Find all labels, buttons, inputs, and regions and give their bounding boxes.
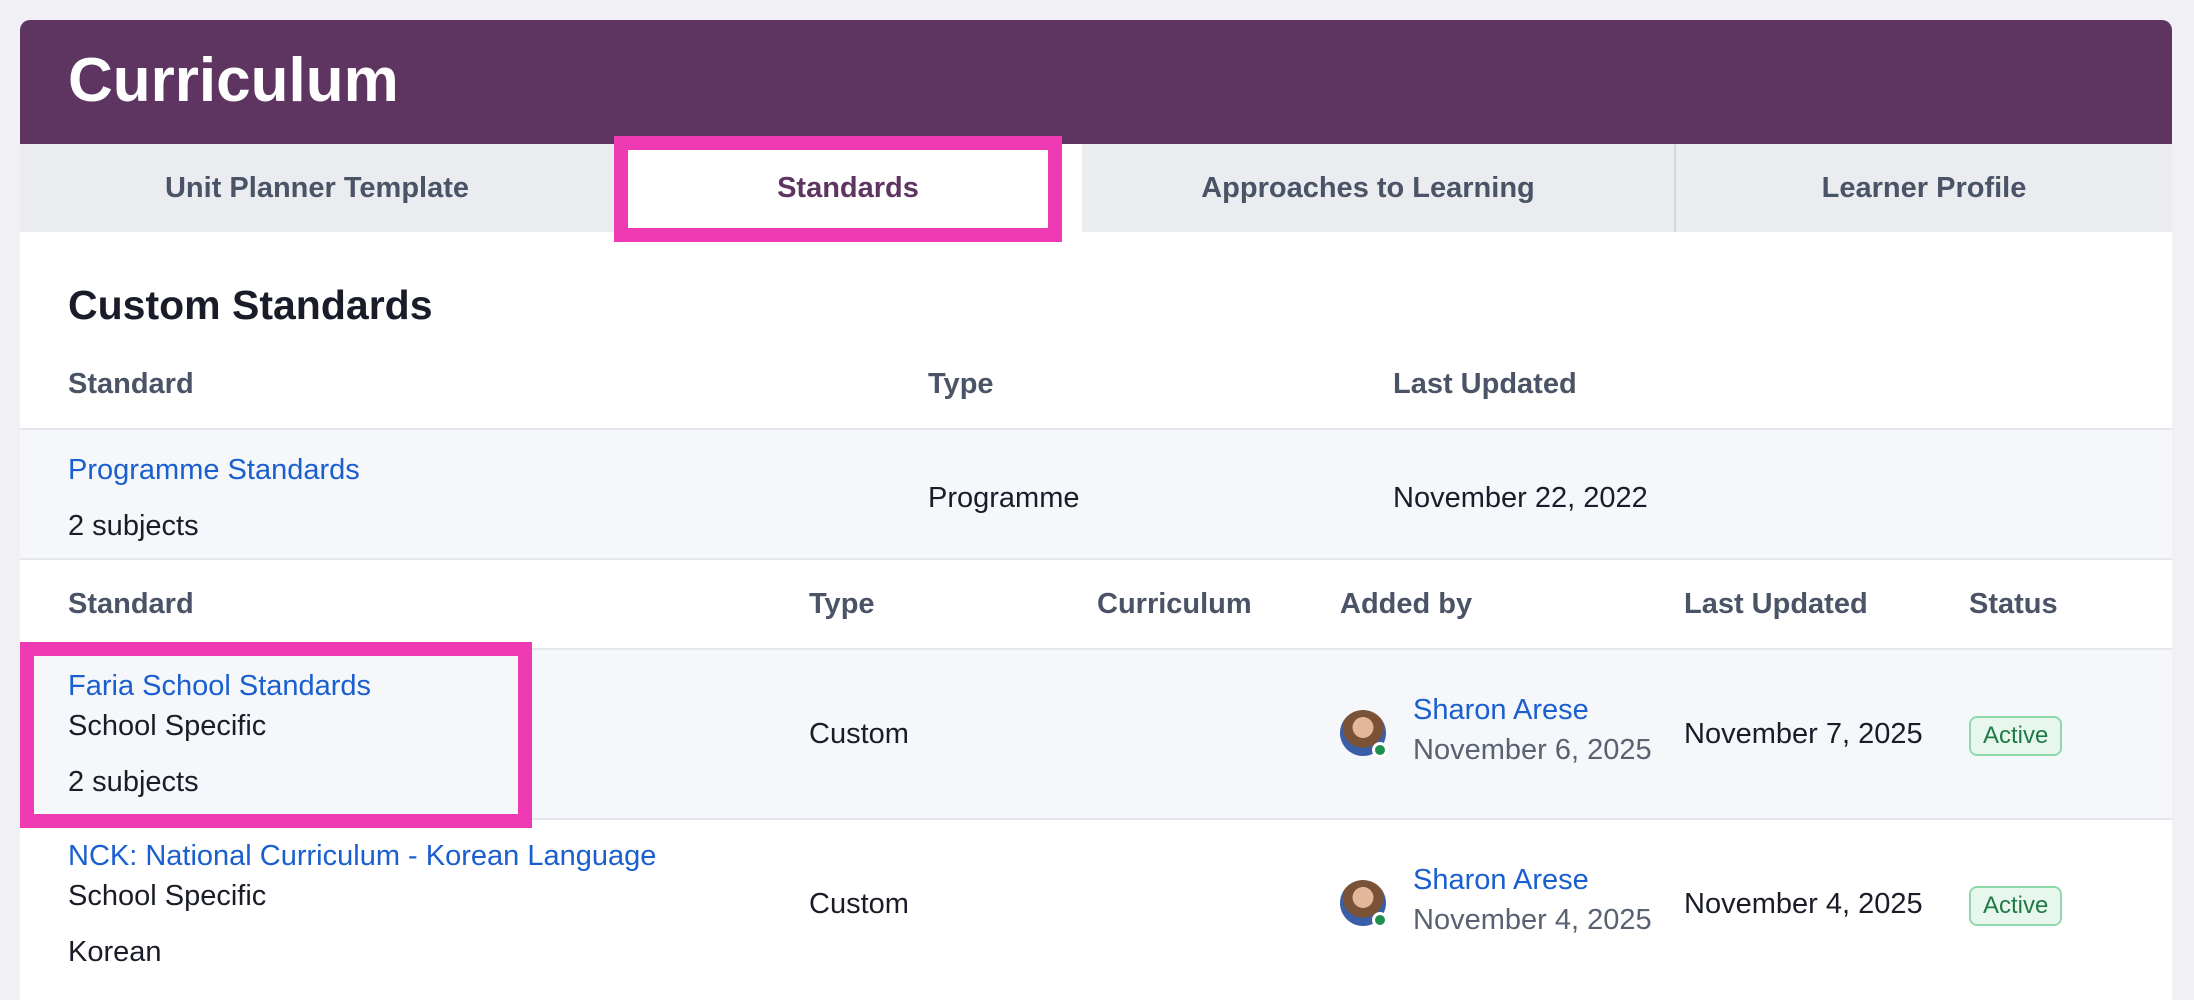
curriculum-card: Curriculum Unit Planner Template Standar…: [20, 20, 2172, 1000]
standard-subjects: 2 subjects: [68, 766, 199, 798]
standard-subjects: 2 subjects: [68, 510, 199, 542]
page-header: Curriculum: [20, 20, 2172, 144]
table-row: Faria School Standards School Specific 2…: [20, 650, 2172, 818]
column-header-standard: Standard: [68, 588, 194, 620]
column-header-type: Type: [809, 588, 875, 620]
standard-type: Custom: [809, 718, 909, 750]
standard-category: School Specific: [68, 710, 267, 742]
column-header-standard: Standard: [68, 368, 194, 400]
column-header-type: Type: [928, 368, 994, 400]
avatar: [1340, 880, 1388, 928]
column-header-added-by: Added by: [1340, 588, 1473, 620]
standard-last-updated: November 7, 2025: [1684, 718, 1923, 750]
online-status-icon: [1372, 912, 1388, 928]
divider: [20, 558, 2172, 560]
standard-category: School Specific: [68, 880, 267, 912]
column-header-last-updated: Last Updated: [1393, 368, 1577, 400]
tab-bar: Unit Planner Template Standards Approach…: [20, 144, 2172, 232]
standard-last-updated: November 22, 2022: [1393, 482, 1648, 514]
tab-standards[interactable]: Standards: [614, 144, 1082, 232]
tab-approaches-to-learning[interactable]: Approaches to Learning: [1082, 144, 1654, 232]
standard-link[interactable]: Programme Standards: [68, 454, 360, 487]
added-by-date: November 6, 2025: [1413, 734, 1652, 766]
status-badge: Active: [1969, 716, 2063, 756]
added-by-date: November 4, 2025: [1413, 904, 1652, 936]
column-header-status: Status: [1969, 588, 2058, 620]
page-title: Curriculum: [68, 46, 399, 115]
standard-subjects: Korean: [68, 936, 162, 968]
column-header-curriculum: Curriculum: [1097, 588, 1252, 620]
standard-link[interactable]: Faria School Standards: [68, 670, 371, 703]
added-by-user-link[interactable]: Sharon Arese: [1413, 864, 1589, 897]
standard-last-updated: November 4, 2025: [1684, 888, 1923, 920]
tab-unit-planner-template[interactable]: Unit Planner Template: [20, 144, 614, 232]
avatar: [1340, 710, 1388, 758]
table-row: Programme Standards 2 subjects Programme…: [20, 430, 2172, 558]
custom-standards-heading: Custom Standards: [68, 282, 433, 328]
standard-type: Custom: [809, 888, 909, 920]
added-by-user-link[interactable]: Sharon Arese: [1413, 694, 1589, 727]
standard-type: Programme: [928, 482, 1080, 514]
column-header-last-updated: Last Updated: [1684, 588, 1868, 620]
table-row: NCK: National Curriculum - Korean Langua…: [20, 820, 2172, 1000]
tab-learner-profile[interactable]: Learner Profile: [1674, 144, 2172, 232]
standard-link[interactable]: NCK: National Curriculum - Korean Langua…: [68, 840, 656, 873]
online-status-icon: [1372, 742, 1388, 758]
status-badge: Active: [1969, 886, 2063, 926]
